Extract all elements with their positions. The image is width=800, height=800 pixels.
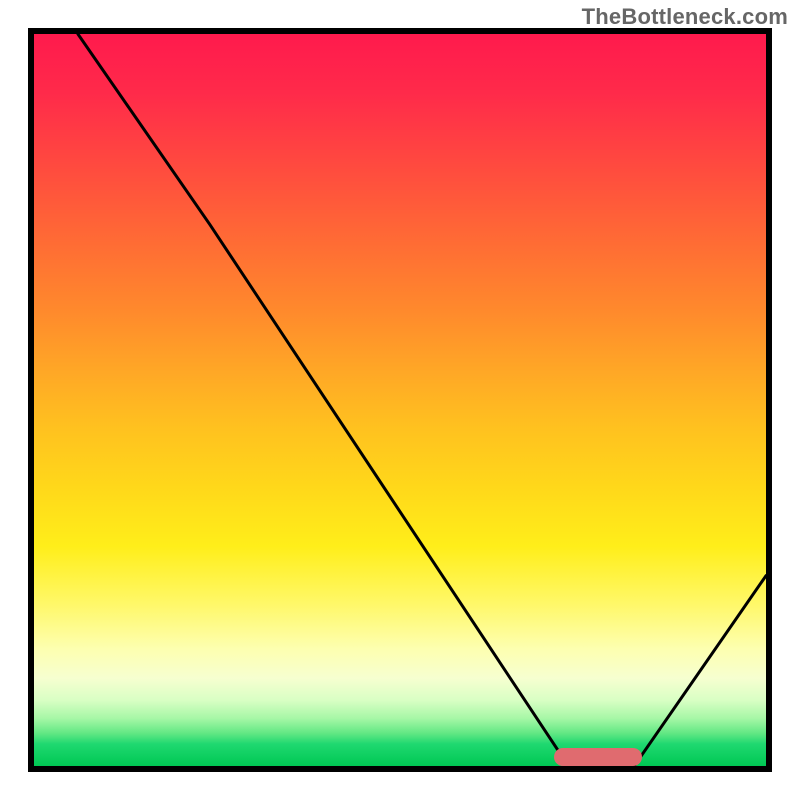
watermark-text: TheBottleneck.com bbox=[582, 4, 788, 30]
curve-line bbox=[78, 34, 766, 766]
plot-frame bbox=[28, 28, 772, 772]
chart-container: TheBottleneck.com bbox=[0, 0, 800, 800]
bottleneck-curve bbox=[34, 34, 766, 766]
optimal-range-marker bbox=[554, 748, 642, 766]
